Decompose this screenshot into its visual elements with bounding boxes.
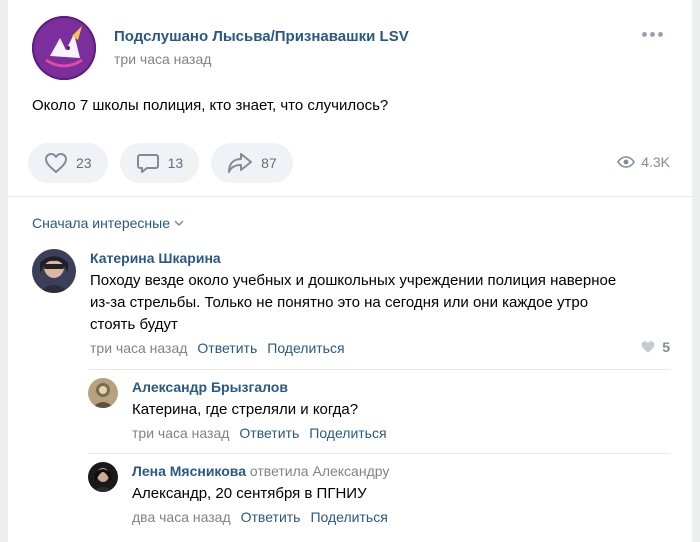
comment-meta: три часа назад Ответить Поделиться [132, 423, 387, 443]
reply: Лена Мясникова ответила Александру Алекс… [88, 462, 389, 527]
user-photo-icon [32, 249, 76, 293]
reply: Александр Брызгалов Катерина, где стреля… [88, 378, 387, 443]
comment-like-count: 5 [662, 339, 670, 355]
comment-time[interactable]: три часа назад [90, 338, 187, 358]
reply-button[interactable]: Ответить [197, 338, 257, 358]
share-comment-button[interactable]: Поделиться [267, 338, 344, 358]
more-options-icon[interactable] [642, 30, 664, 38]
reply-button[interactable]: Ответить [239, 423, 299, 443]
views-counter: 4.3K [617, 154, 670, 170]
post-card: Подслушано Лысьва/Признавашки LSV три ча… [8, 0, 692, 542]
comment-meta: три часа назад Ответить Поделиться [90, 338, 616, 358]
comment-time[interactable]: три часа назад [132, 423, 229, 443]
comment-sort-dropdown[interactable]: Сначала интересные [32, 215, 184, 231]
comment: Катерина Шкарина Походу везде около учеб… [32, 249, 616, 358]
like-button[interactable]: 23 [28, 143, 108, 183]
user-photo-icon [88, 462, 118, 492]
comment-like-button[interactable]: 5 [640, 339, 670, 355]
share-comment-button[interactable]: Поделиться [310, 507, 387, 527]
share-button[interactable]: 87 [211, 143, 293, 183]
divider [8, 196, 692, 197]
comment-count: 13 [167, 155, 184, 171]
replied-to-label[interactable]: ответила Александру [250, 463, 389, 479]
comment-time[interactable]: два часа назад [132, 507, 231, 527]
comment-text-line: Походу везде около учебных и дошкольных … [90, 272, 617, 289]
heart-icon [45, 153, 67, 173]
group-name[interactable]: Подслушано Лысьва/Признавашки LSV [114, 27, 409, 47]
divider [88, 369, 670, 370]
eye-icon [617, 156, 636, 168]
comment-text: Александр, 20 сентября в ПГНИУ [132, 485, 367, 502]
comment-author[interactable]: Катерина Шкарина [90, 249, 616, 267]
chevron-down-icon [174, 220, 184, 226]
comment-meta: два часа назад Ответить Поделиться [132, 507, 389, 527]
post-time[interactable]: три часа назад [114, 49, 409, 69]
share-count: 87 [261, 155, 277, 171]
avatar[interactable] [88, 462, 118, 492]
comment-icon [136, 154, 159, 173]
heart-icon [641, 341, 655, 353]
author-name[interactable]: Лена Мясникова [132, 463, 246, 479]
comment-text-line: из-за стрельбы. Только не понятно это на… [90, 294, 589, 311]
avatar[interactable] [88, 378, 118, 408]
comment-text-line: стоять будут [90, 316, 178, 333]
comment-button[interactable]: 13 [119, 143, 200, 183]
share-comment-button[interactable]: Поделиться [309, 423, 386, 443]
reply-button[interactable]: Ответить [241, 507, 301, 527]
comment-author: Лена Мясникова ответила Александру [132, 462, 389, 480]
post-text: Около 7 школы полиция, кто знает, что сл… [32, 97, 389, 114]
comment-author[interactable]: Александр Брызгалов [132, 378, 387, 396]
sort-label: Сначала интересные [32, 215, 170, 231]
views-count: 4.3K [641, 154, 670, 170]
share-icon [228, 153, 253, 173]
post-actions: 23 13 87 [28, 143, 293, 183]
like-count: 23 [76, 155, 92, 171]
comment-text: Походу везде около учебных и дошкольных … [90, 270, 616, 336]
comment-text: Катерина, где стреляли и когда? [132, 401, 359, 418]
author-name[interactable]: Александр Брызгалов [132, 379, 288, 395]
group-avatar[interactable] [32, 16, 96, 80]
user-photo-icon [88, 378, 118, 408]
unicorn-logo-icon [32, 16, 96, 80]
avatar[interactable] [32, 249, 76, 293]
post-header: Подслушано Лысьва/Признавашки LSV три ча… [32, 16, 409, 80]
divider [88, 453, 670, 454]
